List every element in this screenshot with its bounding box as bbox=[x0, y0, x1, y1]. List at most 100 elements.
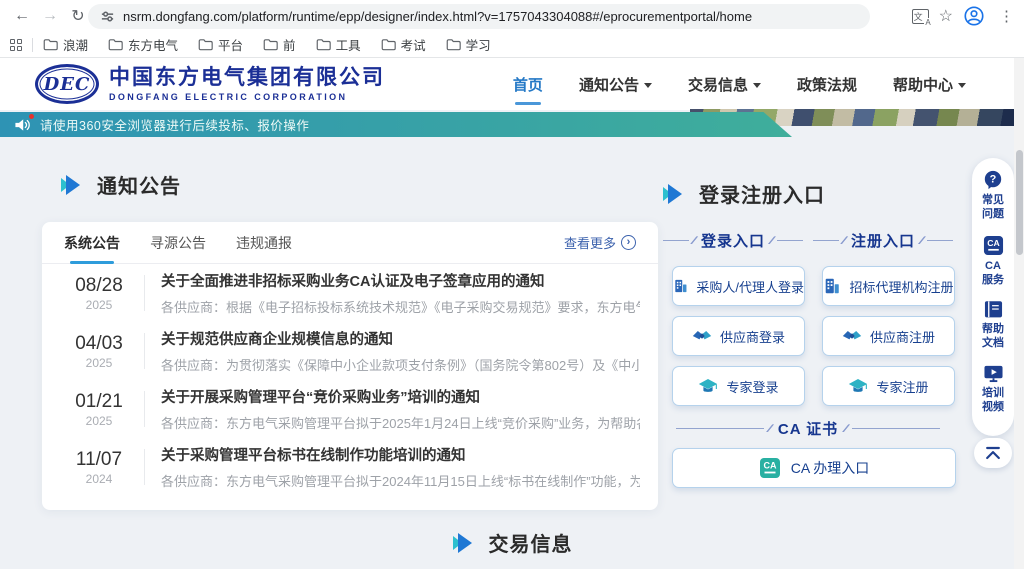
svg-text:CA: CA bbox=[763, 461, 776, 471]
profile-avatar-icon[interactable] bbox=[963, 5, 985, 27]
bookmarks-bar: 浪潮 东方电气 平台 前 工具 考试 学习 bbox=[0, 32, 1024, 58]
section-title: 通知公告 bbox=[97, 170, 181, 199]
bookmark-star-icon[interactable]: ☆ bbox=[939, 6, 953, 26]
building-icon bbox=[673, 277, 688, 295]
supplier-register-button[interactable]: 供应商注册 bbox=[822, 316, 955, 356]
announcement-row[interactable]: 04/03 2025 关于规范供应商企业规模信息的通知 各供应商：为贯彻落实《保… bbox=[42, 322, 658, 380]
nav-item-announcements[interactable]: 通知公告 bbox=[579, 68, 652, 101]
ca-badge-icon: CA bbox=[983, 235, 1004, 256]
trade-info-section-header: 交易信息 bbox=[0, 528, 1024, 557]
back-icon[interactable]: ← bbox=[8, 7, 36, 25]
divider bbox=[144, 391, 145, 427]
site-settings-icon[interactable] bbox=[100, 9, 115, 24]
section-arrow-icon bbox=[452, 532, 476, 554]
translate-icon[interactable]: 文A bbox=[912, 9, 929, 24]
dec-logo-icon: DEC bbox=[35, 64, 99, 104]
divider bbox=[144, 333, 145, 369]
nav-item-help-center[interactable]: 帮助中心 bbox=[893, 68, 966, 101]
divider bbox=[144, 449, 145, 485]
ca-service-shortcut[interactable]: CA CA服务 bbox=[982, 235, 1004, 288]
announcement-desc: 各供应商：东方电气采购管理平台拟于2024年11月15日上线“标书在线制作”功能… bbox=[161, 471, 640, 490]
buyer-agent-login-button[interactable]: 采购人/代理人登录 bbox=[672, 266, 805, 306]
chevron-right-circle-icon: › bbox=[621, 235, 636, 250]
company-name-cn: 中国东方电气集团有限公司 bbox=[109, 66, 385, 89]
bookmark-label: 考试 bbox=[401, 35, 426, 54]
section-arrow-icon bbox=[60, 174, 84, 196]
announcement-desc: 各供应商：根据《电子招标投标系统技术规范》《电子采购交易规范》要求，东方电气采购… bbox=[161, 297, 640, 316]
chevron-down-icon bbox=[644, 83, 652, 88]
folder-icon bbox=[108, 38, 123, 51]
url-bar[interactable]: nsrm.dongfang.com/platform/runtime/epp/d… bbox=[88, 4, 870, 29]
announcement-row[interactable]: 01/21 2025 关于开展采购管理平台“竞价采购业务”培训的通知 各供应商：… bbox=[42, 380, 658, 438]
chrome-menu-icon[interactable]: ⋮ bbox=[995, 7, 1018, 25]
announcement-title[interactable]: 关于规范供应商企业规模信息的通知 bbox=[161, 328, 640, 349]
nav-item-trade-info[interactable]: 交易信息 bbox=[688, 68, 761, 101]
forward-icon[interactable]: → bbox=[36, 7, 64, 25]
divider bbox=[144, 275, 145, 311]
handshake-icon bbox=[692, 328, 712, 344]
login-entry-header: ∕∕登录入口∕∕ bbox=[658, 230, 808, 251]
svg-text:?: ? bbox=[990, 174, 997, 186]
back-to-top-button[interactable] bbox=[974, 438, 1012, 468]
browser-address-bar: ← → ↻ nsrm.dongfang.com/platform/runtime… bbox=[0, 0, 1024, 32]
faq-shortcut[interactable]: ? 常见问题 bbox=[982, 170, 1004, 222]
bidding-agency-register-button[interactable]: 招标代理机构注册 bbox=[822, 266, 955, 306]
bookmark-label: 东方电气 bbox=[128, 35, 178, 54]
question-icon: ? bbox=[982, 170, 1004, 190]
expert-register-button[interactable]: 专家注册 bbox=[822, 366, 955, 406]
view-more-link[interactable]: 查看更多 › bbox=[564, 233, 636, 252]
video-icon bbox=[983, 364, 1004, 383]
bookmark-folder[interactable]: 浪潮 bbox=[43, 35, 88, 54]
supplier-login-button[interactable]: 供应商登录 bbox=[672, 316, 805, 356]
building-icon bbox=[823, 277, 841, 295]
announcement-tabs: 系统公告 寻源公告 违规通报 查看更多 › bbox=[42, 222, 658, 264]
bookmark-folder[interactable]: 工具 bbox=[316, 35, 361, 54]
url-text[interactable]: nsrm.dongfang.com/platform/runtime/epp/d… bbox=[123, 9, 752, 24]
register-entry-header: ∕∕注册入口∕∕ bbox=[808, 230, 958, 251]
help-docs-shortcut[interactable]: 帮助文档 bbox=[982, 300, 1004, 351]
expert-login-button[interactable]: 专家登录 bbox=[672, 366, 805, 406]
book-icon bbox=[983, 300, 1004, 319]
company-logo[interactable]: DEC 中国东方电气集团有限公司 DONGFANG ELECTRIC CORPO… bbox=[35, 64, 385, 104]
bookmark-folder[interactable]: 考试 bbox=[381, 35, 426, 54]
announcement-desc: 各供应商：为贯彻落实《保障中小企业款项支付条例》（国务院令第802号）及《中小企… bbox=[161, 355, 640, 374]
announcement-title[interactable]: 关于采购管理平台标书在线制作功能培训的通知 bbox=[161, 444, 640, 465]
ca-apply-button[interactable]: CA CA 办理入口 bbox=[672, 448, 956, 488]
announcement-desc: 各供应商：东方电气采购管理平台拟于2025年1月24日上线“竞价采购”业务，为帮… bbox=[161, 413, 640, 432]
back-to-top-icon bbox=[983, 445, 1003, 461]
folder-icon bbox=[198, 38, 213, 51]
bookmark-label: 学习 bbox=[466, 35, 491, 54]
chevron-down-icon bbox=[958, 83, 966, 88]
speaker-icon bbox=[14, 117, 32, 133]
announcement-date: 11/07 2024 bbox=[68, 449, 130, 486]
bookmark-folder[interactable]: 前 bbox=[263, 35, 296, 54]
svg-text:CA: CA bbox=[987, 238, 999, 248]
bookmark-folder[interactable]: 平台 bbox=[198, 35, 243, 54]
divider bbox=[32, 38, 33, 52]
tab-sourcing-announcements[interactable]: 寻源公告 bbox=[150, 222, 206, 264]
apps-grid-icon[interactable] bbox=[10, 39, 22, 51]
announcement-date: 04/03 2025 bbox=[68, 333, 130, 370]
nav-item-home[interactable]: 首页 bbox=[513, 68, 543, 101]
page-content: DEC 中国东方电气集团有限公司 DONGFANG ELECTRIC CORPO… bbox=[0, 58, 1024, 569]
bookmark-folder[interactable]: 学习 bbox=[446, 35, 491, 54]
tab-system-announcements[interactable]: 系统公告 bbox=[64, 222, 120, 264]
bookmark-label: 平台 bbox=[218, 35, 243, 54]
announcement-date: 08/28 2025 bbox=[68, 275, 130, 312]
section-title: 登录注册入口 bbox=[699, 179, 825, 208]
main-nav: 首页 通知公告 交易信息 政策法规 帮助中心 bbox=[513, 58, 966, 110]
announcement-title[interactable]: 关于开展采购管理平台“竞价采购业务”培训的通知 bbox=[161, 386, 640, 407]
announcements-card: 系统公告 寻源公告 违规通报 查看更多 › 08/28 2025 关于全面推进非… bbox=[42, 222, 658, 510]
tab-violation-reports[interactable]: 违规通报 bbox=[236, 222, 292, 264]
bookmark-folder[interactable]: 东方电气 bbox=[108, 35, 178, 54]
announcement-row[interactable]: 08/28 2025 关于全面推进非招标采购业务CA认证及电子签章应用的通知 各… bbox=[42, 264, 658, 322]
announcement-title[interactable]: 关于全面推进非招标采购业务CA认证及电子签章应用的通知 bbox=[161, 270, 640, 291]
folder-icon bbox=[263, 38, 278, 51]
announcement-row[interactable]: 11/07 2024 关于采购管理平台标书在线制作功能培训的通知 各供应商：东方… bbox=[42, 438, 658, 496]
training-videos-shortcut[interactable]: 培训视频 bbox=[982, 364, 1004, 415]
scrollbar-thumb[interactable] bbox=[1016, 150, 1023, 255]
page-scrollbar[interactable] bbox=[1014, 58, 1024, 569]
nav-item-policies[interactable]: 政策法规 bbox=[797, 68, 857, 101]
folder-icon bbox=[446, 38, 461, 51]
chevron-down-icon bbox=[753, 83, 761, 88]
